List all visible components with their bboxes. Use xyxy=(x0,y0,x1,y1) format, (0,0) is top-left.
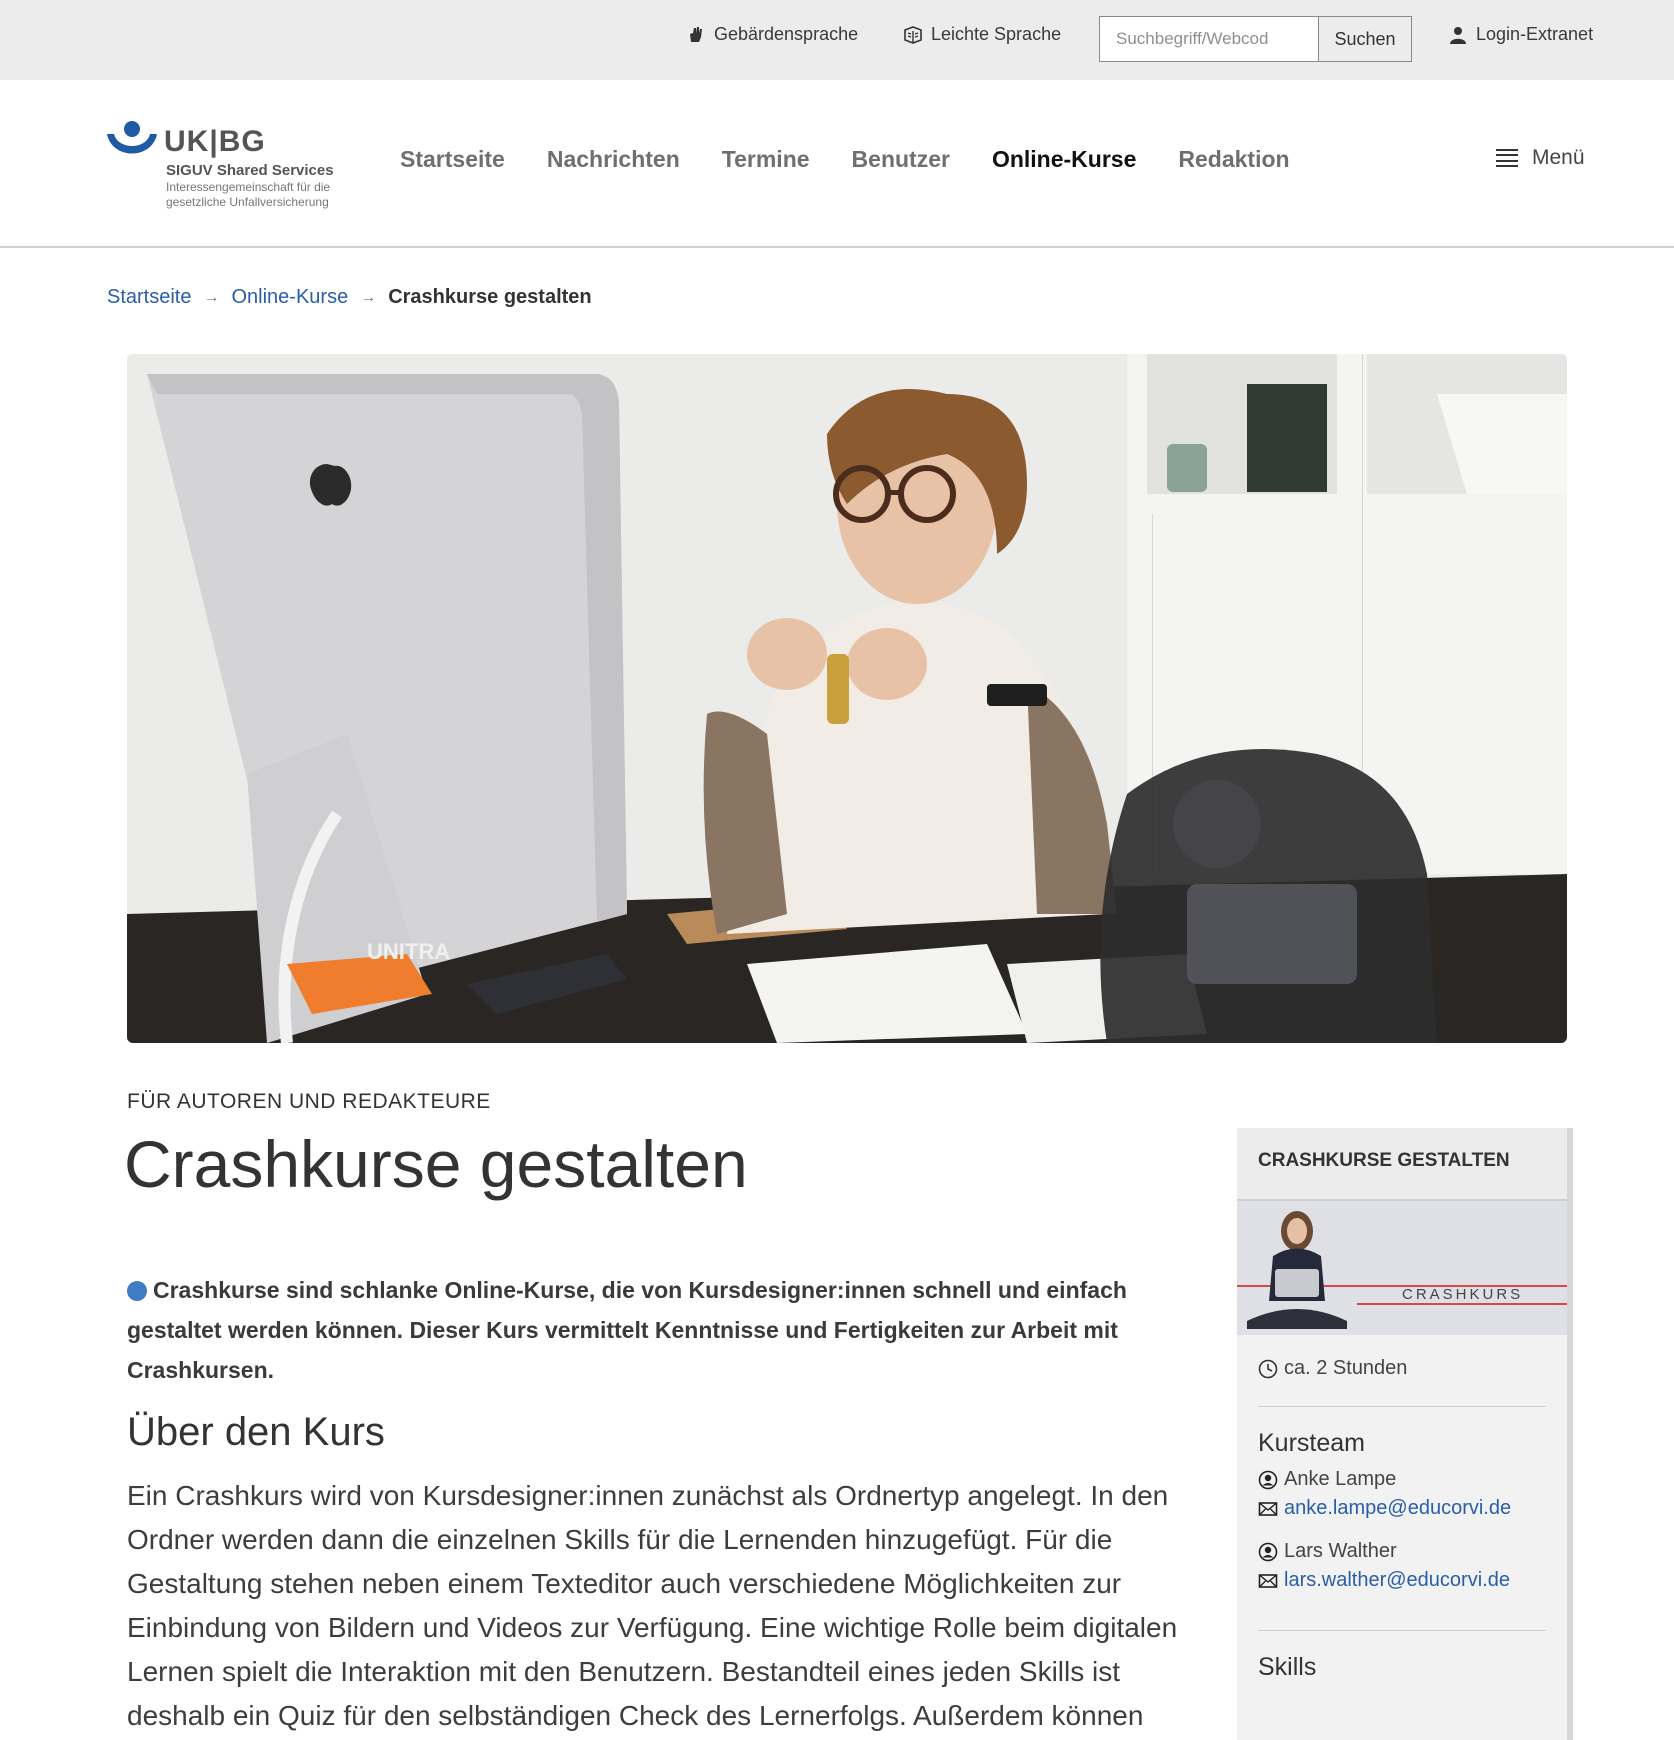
sign-language-link[interactable]: Gebärdensprache xyxy=(686,24,858,45)
team-member-email-link[interactable]: anke.lampe@educorvi.de xyxy=(1284,1497,1511,1520)
site-logo[interactable]: UK|BG SIGUV Shared Services Interessenge… xyxy=(106,120,356,212)
thumbnail-caption: CRASHKURS xyxy=(1402,1286,1523,1303)
sign-language-icon xyxy=(690,26,702,42)
menu-button[interactable]: Menü xyxy=(1496,146,1585,170)
arrow-right-icon: → xyxy=(203,288,220,306)
breadcrumb-current: Crashkurse gestalten xyxy=(388,286,592,308)
team-heading: Kursteam xyxy=(1258,1429,1365,1457)
team-member: Anke Lampe xyxy=(1258,1468,1546,1491)
breadcrumb-startseite[interactable]: Startseite xyxy=(107,286,191,309)
user-icon xyxy=(1450,26,1466,44)
person-icon xyxy=(1258,1542,1278,1561)
course-thumbnail: CRASHKURS xyxy=(1237,1201,1567,1335)
nav-item-termine[interactable]: Termine xyxy=(722,146,810,173)
nav-item-startseite[interactable]: Startseite xyxy=(400,146,505,173)
article-body: Ein Crashkurs wird von Kursdesigner:inne… xyxy=(127,1480,1178,1731)
logo-abbreviation: UK|BG xyxy=(164,125,266,158)
article-lead: Crashkurse sind schlanke Online-Kurse, d… xyxy=(127,1270,1177,1390)
skills-heading: Skills xyxy=(1258,1653,1317,1681)
search-form: Suchen xyxy=(1099,16,1412,62)
bullet-dot-icon xyxy=(127,1281,147,1301)
article-kicker: FÜR AUTOREN UND REDAKTEURE xyxy=(127,1090,491,1113)
sign-language-label: Gebärdensprache xyxy=(714,24,859,44)
nav-item-redaktion[interactable]: Redaktion xyxy=(1178,146,1289,173)
site-header: UK|BG SIGUV Shared Services Interessenge… xyxy=(0,80,1674,248)
hero-photo: UNITRA xyxy=(127,354,1567,1043)
logo-subtitle-2: gesetzliche Unfallversicherung xyxy=(166,195,329,209)
duration-text: ca. 2 Stunden xyxy=(1284,1357,1408,1379)
page-title: Crashkurse gestalten xyxy=(124,1127,748,1201)
book-icon xyxy=(904,25,922,44)
course-duration: ca. 2 Stunden xyxy=(1258,1357,1546,1407)
nav-item-nachrichten[interactable]: Nachrichten xyxy=(547,146,680,173)
nav-item-online-kurse[interactable]: Online-Kurse xyxy=(992,146,1136,173)
envelope-icon xyxy=(1258,1501,1278,1516)
clock-icon xyxy=(1258,1359,1278,1378)
utility-bar: Gebärdensprache Leichte Sprache Suchen L… xyxy=(0,0,1674,80)
team-member-name: Anke Lampe xyxy=(1284,1468,1397,1490)
team-member-email-row: lars.walther@educorvi.de xyxy=(1258,1569,1546,1592)
envelope-icon xyxy=(1258,1573,1278,1588)
login-extranet-link[interactable]: Login-Extranet xyxy=(1448,24,1593,45)
article-lead-text: Crashkurse sind schlanke Online-Kurse, d… xyxy=(127,1277,1127,1383)
breadcrumb: Startseite → Online-Kurse → Crashkurse g… xyxy=(107,286,592,309)
login-label: Login-Extranet xyxy=(1476,24,1594,44)
section-heading-about: Über den Kurs xyxy=(127,1410,385,1454)
arrow-right-icon: → xyxy=(360,288,377,306)
search-input[interactable] xyxy=(1099,16,1318,62)
easy-language-label: Leichte Sprache xyxy=(931,24,1062,44)
nav-item-benutzer[interactable]: Benutzer xyxy=(852,146,950,173)
breadcrumb-online-kurse[interactable]: Online-Kurse xyxy=(231,286,348,309)
menu-label: Menü xyxy=(1532,146,1585,169)
logo-mark-icon xyxy=(107,121,157,154)
course-thumbnail-graphic: CRASHKURS xyxy=(1237,1201,1567,1335)
hamburger-icon xyxy=(1496,149,1518,167)
team-member-name: Lars Walther xyxy=(1284,1540,1397,1562)
team-member-email-link[interactable]: lars.walther@educorvi.de xyxy=(1284,1569,1510,1592)
easy-language-link[interactable]: Leichte Sprache xyxy=(903,24,1061,45)
main-navigation: Startseite Nachrichten Termine Benutzer … xyxy=(400,146,1332,173)
logo-subtitle-1: Interessengemeinschaft für die xyxy=(166,180,331,194)
team-member: Lars Walther xyxy=(1258,1540,1546,1563)
team-member-email-row: anke.lampe@educorvi.de xyxy=(1258,1497,1546,1520)
course-info-sidebar: CRASHKURSE GESTALTEN CRASHKURS ca. 2 Stu… xyxy=(1237,1128,1573,1740)
search-button[interactable]: Suchen xyxy=(1318,16,1412,62)
hero-image: UNITRA xyxy=(127,354,1567,1043)
person-icon xyxy=(1258,1470,1278,1489)
logo-title: SIGUV Shared Services xyxy=(166,162,334,179)
course-team: Kursteam Anke Lampe anke.lampe@educorvi.… xyxy=(1258,1429,1546,1631)
monitor-brand-text: UNITRA xyxy=(367,939,450,964)
sidebar-heading: CRASHKURSE GESTALTEN xyxy=(1237,1128,1567,1201)
